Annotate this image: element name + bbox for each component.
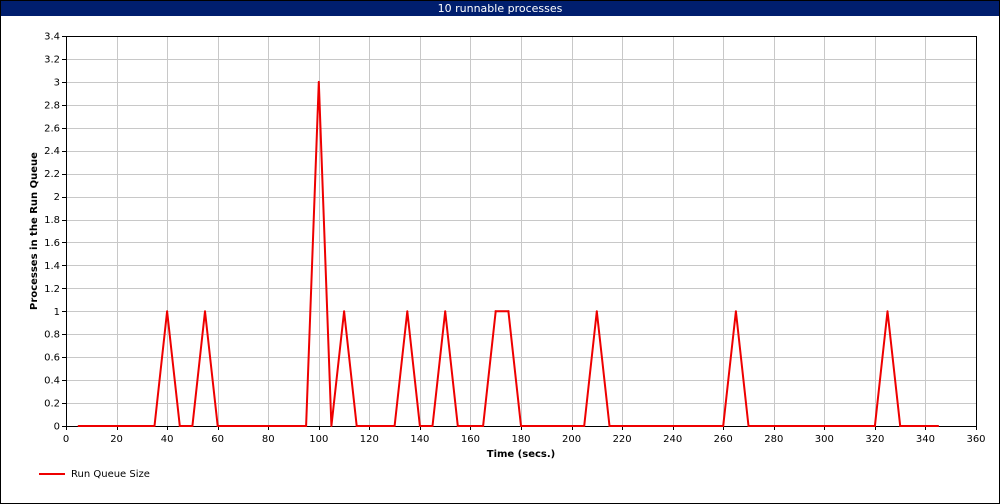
data-point bbox=[317, 80, 320, 83]
data-point bbox=[507, 310, 510, 313]
x-tick-label: 200 bbox=[562, 434, 581, 445]
data-point bbox=[482, 425, 485, 427]
data-point bbox=[178, 425, 181, 427]
y-tick-label: 1 bbox=[54, 307, 60, 318]
y-tick-label: 3 bbox=[54, 77, 60, 88]
y-tick-label: 2.4 bbox=[44, 146, 60, 157]
data-point bbox=[583, 425, 586, 427]
data-point bbox=[494, 310, 497, 313]
data-point bbox=[393, 425, 396, 427]
x-tick-label: 100 bbox=[309, 434, 328, 445]
y-tick-label: 2 bbox=[54, 192, 60, 203]
data-point bbox=[886, 310, 889, 313]
x-tick-label: 180 bbox=[511, 434, 530, 445]
legend-label: Run Queue Size bbox=[71, 468, 150, 480]
grid bbox=[66, 36, 977, 427]
legend-swatch bbox=[39, 473, 65, 475]
y-tick-label: 1.6 bbox=[44, 238, 60, 249]
x-tick-label: 140 bbox=[410, 434, 429, 445]
chart-window: 10 runnable processes 0 20 40 60 80 100 120 140… bbox=[0, 0, 1000, 504]
data-point bbox=[216, 425, 219, 427]
data-point bbox=[343, 310, 346, 313]
data-point bbox=[305, 425, 308, 427]
y-tick-label: 2.2 bbox=[44, 169, 60, 180]
x-tick-label: 80 bbox=[262, 434, 275, 445]
x-tick-label: 20 bbox=[110, 434, 123, 445]
x-axis-label: Time (secs.) bbox=[487, 449, 556, 460]
data-point bbox=[204, 310, 206, 313]
x-tick-label: 360 bbox=[966, 434, 985, 445]
y-tick-label: 2.8 bbox=[44, 100, 60, 111]
y-tick-label: 0.8 bbox=[44, 330, 60, 341]
x-tick-label: 0 bbox=[63, 434, 69, 445]
data-point bbox=[595, 310, 598, 313]
x-tick-label: 280 bbox=[764, 434, 783, 445]
data-point bbox=[899, 425, 902, 427]
x-tick-label: 40 bbox=[161, 434, 174, 445]
y-tick-label: 0 bbox=[54, 422, 60, 433]
y-tick-label: 3.2 bbox=[44, 54, 60, 65]
y-tick-label: 2.6 bbox=[44, 123, 60, 134]
data-point bbox=[77, 425, 80, 427]
legend: Run Queue Size bbox=[39, 467, 150, 481]
y-tick-label: 1.4 bbox=[44, 261, 60, 272]
x-tick-label: 300 bbox=[815, 434, 834, 445]
x-tick-label: 120 bbox=[360, 434, 379, 445]
chart-plot: 0 20 40 60 80 100 120 140 160 180 200 220 240 260 280 3… bbox=[29, 32, 986, 461]
data-point bbox=[166, 310, 169, 313]
series-run-queue-size bbox=[78, 81, 939, 427]
series-points bbox=[77, 80, 940, 427]
x-tick-label: 60 bbox=[211, 434, 224, 445]
x-axis-ticks: 0 20 40 60 80 100 120 140 160 180 200 220 240 260 280 3… bbox=[63, 426, 986, 445]
data-point bbox=[153, 425, 156, 427]
y-tick-label: 0.4 bbox=[44, 376, 60, 387]
data-point bbox=[608, 425, 611, 427]
x-tick-label: 320 bbox=[865, 434, 884, 445]
x-tick-label: 240 bbox=[663, 434, 682, 445]
y-axis-ticks: 0 0.2 0.4 0.6 0.8 1 1.2 1.4 1.6 1.8 2 2.2 2.4 2.6 2.8 3… bbox=[44, 32, 66, 433]
data-point bbox=[456, 425, 459, 427]
y-tick-label: 3.4 bbox=[44, 32, 60, 43]
data-point bbox=[355, 425, 358, 427]
y-axis-label: Processes in the Run Queue bbox=[29, 152, 40, 310]
data-point bbox=[722, 425, 725, 427]
data-point bbox=[418, 425, 421, 427]
x-tick-label: 220 bbox=[613, 434, 632, 445]
data-point bbox=[191, 425, 194, 427]
data-point bbox=[873, 425, 876, 427]
data-point bbox=[734, 310, 737, 313]
data-point bbox=[444, 310, 447, 313]
y-tick-label: 1.2 bbox=[44, 284, 60, 295]
y-tick-label: 0.2 bbox=[44, 399, 60, 410]
y-tick-label: 1.8 bbox=[44, 215, 60, 226]
x-tick-label: 160 bbox=[461, 434, 480, 445]
data-point bbox=[747, 425, 750, 427]
data-point bbox=[330, 425, 333, 427]
y-tick-label: 0.6 bbox=[44, 353, 60, 364]
data-point bbox=[406, 310, 409, 313]
data-point bbox=[431, 425, 434, 427]
data-point bbox=[520, 425, 522, 427]
x-tick-label: 260 bbox=[714, 434, 733, 445]
data-point bbox=[937, 425, 940, 427]
x-tick-label: 340 bbox=[916, 434, 935, 445]
